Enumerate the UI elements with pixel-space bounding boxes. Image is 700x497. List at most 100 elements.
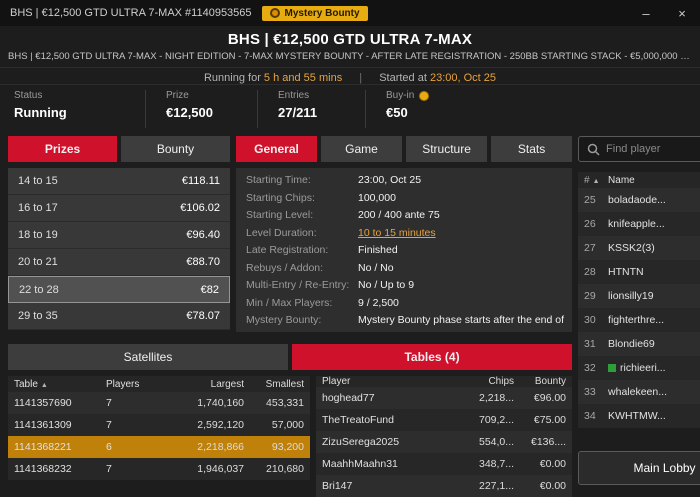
column-header-chips[interactable]: Chips [683,175,700,186]
mystery-bounty-badge: Mystery Bounty [261,5,368,21]
column-header-table[interactable]: Table ▲ [14,379,106,390]
table-player-name: Bri147 [322,480,353,492]
table-row[interactable]: 1141361309 7 2,592,120 57,000 [8,414,310,436]
player-name: KSSK2(3) [608,242,655,254]
prize-row[interactable]: 29 to 35 €78.07 [8,303,230,330]
prize-list: 14 to 15 €118.11 16 to 17 €106.02 18 to … [8,168,230,332]
player-name: KWHTMW... [608,410,666,422]
player-chips: €78.07 [683,314,700,326]
player-row[interactable]: 32 richieeri... €78.07 €0.00 [578,356,700,380]
table-player-row[interactable]: ZizuSerega2025 554,0... €136.... [316,431,573,453]
player-rank: 30 [584,314,596,326]
player-row[interactable]: 30 fighterthre... €78.07 €0.00 [578,308,700,332]
tab-game[interactable]: Game [321,136,403,162]
table-largest-stack: 1,740,160 [197,397,244,409]
table-player-chips: 554,0... [479,436,515,448]
prize-row[interactable]: 18 to 19 €96.40 [8,222,230,249]
player-row[interactable]: 25 boladaode... 145,570 €0.00 [578,188,700,212]
column-header-table-label: Table [14,378,38,390]
player-name-text: richieeri... [620,362,666,374]
prize-row-selected[interactable]: 22 to 28 €82 [8,276,230,303]
detail-value: Finished [358,244,398,256]
detail-label: Rebuys / Addon: [246,261,324,274]
player-rank: 34 [584,410,596,422]
prize-row[interactable]: 20 to 21 €88.70 [8,249,230,276]
tab-structure[interactable]: Structure [406,136,488,162]
column-header-bounty[interactable]: Bounty [514,376,566,387]
player-row[interactable]: 29 lionsilly19 €78.07 €811.25 [578,284,700,308]
top-row: Prizes Bounty 14 to 15 €118.11 16 to 17 … [8,136,573,332]
bottom-tabs: Satellites Tables (4) [8,344,573,370]
prizes-tabs: Prizes Bounty [8,136,230,162]
column-header-players[interactable]: Players [106,379,164,390]
search-box[interactable] [578,136,700,162]
column-header-chips[interactable]: Chips [468,376,514,387]
player-row[interactable]: 33 whalekeen... €78.07 €0.00 [578,380,700,404]
tab-stats[interactable]: Stats [491,136,573,162]
table-row[interactable]: 1141368232 7 1,946,037 210,680 [8,458,310,480]
tables-panel: Table ▲ Players Largest Smallest 11413576… [8,376,310,497]
player-row[interactable]: 34 KWHTMW... €78.07 €0.00 [578,404,700,428]
table-player-row[interactable]: hoghead77 2,218... €96.00 [316,387,573,409]
green-marker-icon [608,364,617,372]
table-player-name: ZizuSerega2025 [322,436,400,448]
tab-prizes[interactable]: Prizes [8,136,117,162]
prize-amount: €88.70 [186,256,220,268]
prize-range: 14 to 15 [18,175,58,187]
prize-range: 29 to 35 [18,310,58,322]
table-smallest-stack: 453,331 [266,397,304,409]
column-header-player[interactable]: Player [322,376,468,387]
table-player-row[interactable]: MaahhMaahn31 348,7... €0.00 [316,453,573,475]
table-smallest-stack: 210,680 [266,463,304,475]
detail-label: Mystery Bounty: [246,314,322,326]
player-chips: €78.07 [683,290,700,302]
detail-label: Starting Time: [246,174,311,186]
detail-value: 100,000 [358,191,396,204]
column-header-name[interactable]: Name [608,175,683,186]
table-player-row[interactable]: Bri147 227,1... €0.00 [316,475,573,497]
prize-row[interactable]: 16 to 17 €106.02 [8,195,230,222]
entries-cell: Entries 27/211 [278,90,366,128]
player-name: fighterthre... [608,314,665,326]
player-row[interactable]: 28 HTNTN €82 €0.00 [578,260,700,284]
column-header-rank[interactable]: # ▲ [584,175,608,186]
footer-actions: Main Lobby ☆ [578,451,700,485]
table-row[interactable]: 1141357690 7 1,740,160 453,331 [8,392,310,414]
column-header-smallest[interactable]: Smallest [244,379,304,390]
table-largest-stack: 2,218,866 [197,441,244,453]
minimize-button[interactable]: – [628,0,664,26]
coin-icon [419,90,430,101]
status-label: Status [14,90,43,101]
window-title: BHS | €12,500 GTD ULTRA 7-MAX #114095356… [10,7,252,19]
running-label: Running for [203,72,261,84]
player-chips: €78.07 [683,362,700,374]
table-player-row[interactable]: TheTreatoFund 709,2... €75.00 [316,409,573,431]
search-input[interactable] [606,143,700,155]
column-header-largest[interactable]: Largest [164,379,244,390]
close-button[interactable]: × [664,0,700,26]
tab-bounty[interactable]: Bounty [121,136,230,162]
player-row[interactable]: 27 KSSK2(3) 57,000 €0.00 [578,236,700,260]
entries-value: 27/211 [278,105,318,120]
table-players-count: 7 [106,397,112,409]
window-controls: – × [628,0,700,26]
prize-range: 16 to 17 [18,202,58,214]
prize-row[interactable]: 14 to 15 €118.11 [8,168,230,195]
level-duration-link[interactable]: 10 to 15 minutes [358,227,436,239]
player-row[interactable]: 26 knifeapple... 93,200 €0.00 [578,212,700,236]
prizes-column: Prizes Bounty 14 to 15 €118.11 16 to 17 … [8,136,230,332]
details-tabs: General Game Structure Stats [236,136,573,162]
table-smallest-stack: 93,200 [271,441,304,453]
table-smallest-stack: 57,000 [271,419,304,431]
tab-satellites[interactable]: Satellites [8,344,289,370]
table-row-selected[interactable]: 1141368221 6 2,218,866 93,200 [8,436,310,458]
main-lobby-button[interactable]: Main Lobby [578,451,700,485]
table-player-chips: 2,218... [479,392,515,404]
players-rows: 25 boladaode... 145,570 €0.00 26 knifeap… [578,188,700,428]
player-row[interactable]: 31 Blondie69 €78.07 €21.00 [578,332,700,356]
column-header-rank-label: # [584,174,590,186]
tab-general[interactable]: General [236,136,318,162]
tab-tables[interactable]: Tables (4) [292,344,573,370]
table-player-name: hoghead77 [322,392,375,404]
detail-label: Level Duration: [246,226,317,239]
